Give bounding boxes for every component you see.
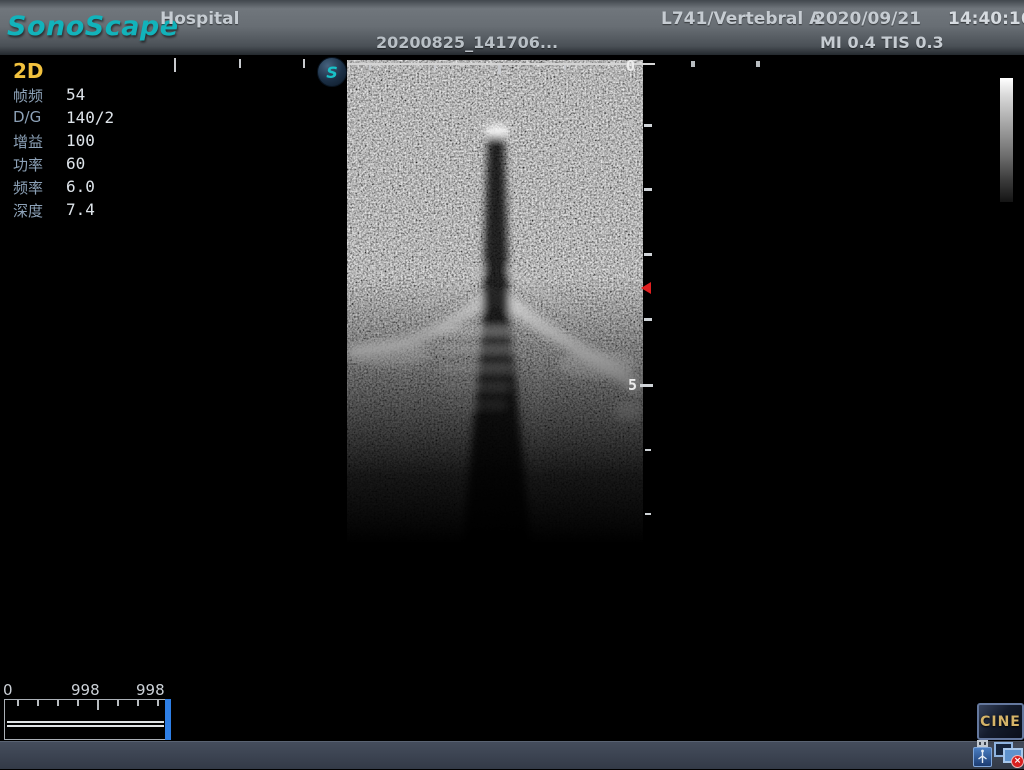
tick (644, 253, 652, 256)
system-time: 14:40:16 (948, 9, 1024, 29)
param-label: 帧频 (13, 85, 43, 106)
param-value: 7.4 (66, 200, 95, 219)
grayscale-bar (1000, 78, 1013, 202)
acoustic-output-indices: MI 0.4 TIS 0.3 (820, 33, 944, 52)
horizontal-ruler-line (347, 63, 655, 65)
probe-badge-glyph: S (326, 63, 338, 82)
tick (303, 59, 305, 68)
system-date: 2020/09/21 (814, 9, 921, 29)
param-value: 100 (66, 131, 95, 150)
usb-icon[interactable] (973, 740, 992, 767)
tick (756, 61, 760, 67)
cine-current-frame: 998 (71, 681, 100, 699)
param-row: 深度 7.4 (0, 200, 160, 223)
param-row: D/G 140/2 (0, 108, 160, 131)
network-error-badge: × (1011, 755, 1024, 768)
param-label: 功率 (13, 154, 43, 175)
probe-orientation-icon: S (317, 57, 347, 87)
top-bar: SonoScape Hospital L741/Vertebral A 2020… (0, 0, 1024, 55)
param-row: 频率 6.0 (0, 177, 160, 200)
param-value: 54 (66, 85, 85, 104)
tick (498, 65, 501, 74)
study-id: 20200825_141706... (376, 33, 558, 52)
tick (640, 384, 653, 387)
tick (174, 58, 176, 72)
param-row: 功率 60 (0, 154, 160, 177)
hospital-name: Hospital (160, 9, 239, 29)
tick (691, 61, 695, 67)
tick (239, 59, 241, 68)
param-label: 频率 (13, 177, 43, 198)
tick (434, 65, 436, 70)
sonoscape-logo: SonoScape (7, 11, 179, 42)
tick (645, 449, 651, 451)
cine-total-frames: 998 (136, 681, 165, 699)
cine-start-frame: 0 (3, 681, 13, 699)
mode-label: 2D (13, 59, 44, 83)
param-value: 140/2 (66, 108, 114, 127)
param-value: 60 (66, 154, 85, 173)
usb-cap (977, 740, 988, 747)
tick (645, 513, 651, 515)
param-value: 6.0 (66, 177, 95, 196)
cine-button-label: CINE (980, 714, 1021, 730)
tick (564, 65, 566, 70)
depth-label-five: 5 (628, 376, 637, 394)
param-row: 增益 100 (0, 131, 160, 154)
close-icon: × (1014, 757, 1022, 766)
depth-label-zero: 0 (626, 57, 635, 75)
cine-position-handle[interactable] (165, 699, 171, 740)
taskbar (0, 741, 1024, 769)
ultrasound-image (347, 60, 643, 543)
tick (644, 124, 652, 127)
usb-body (973, 747, 992, 767)
tick (644, 318, 652, 321)
cine-button[interactable]: CINE (977, 703, 1024, 740)
param-row: 帧频 54 (0, 85, 160, 108)
network-status-icon[interactable]: × (994, 742, 1024, 768)
focus-marker-icon (641, 282, 651, 294)
probe-preset-label: L741/Vertebral A (661, 9, 822, 29)
cine-scrollbar-track[interactable] (4, 699, 169, 740)
ultrasound-frame (347, 60, 643, 543)
param-label: 深度 (13, 200, 43, 221)
tick (369, 65, 371, 70)
param-label: D/G (13, 108, 41, 126)
tick (644, 188, 652, 191)
param-label: 增益 (13, 131, 43, 152)
